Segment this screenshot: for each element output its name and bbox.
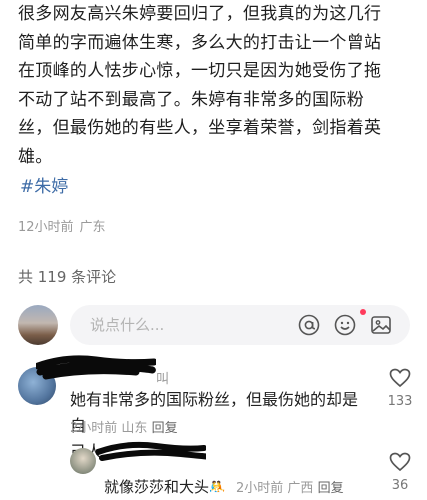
my-avatar[interactable] bbox=[18, 305, 58, 345]
reply-text: 就像莎莎和大头🤼 bbox=[104, 476, 225, 497]
commenter-name-fragment: 叫 bbox=[156, 372, 170, 387]
emoji-icon[interactable] bbox=[334, 314, 356, 336]
hashtag-link[interactable]: #朱婷 bbox=[20, 172, 68, 197]
commenter-avatar[interactable] bbox=[18, 367, 56, 405]
commenter-name[interactable]: 叫 bbox=[70, 368, 169, 387]
comment-location: 山东 bbox=[121, 421, 148, 436]
post-time: 12小时前 bbox=[18, 220, 74, 235]
comment-time: 2小时前 bbox=[70, 421, 118, 436]
like-button[interactable]: 36 bbox=[380, 452, 420, 493]
comment-meta: 2小时前 山东 回复 bbox=[70, 417, 178, 436]
like-count: 36 bbox=[391, 478, 409, 493]
reply-time: 2小时前 bbox=[236, 481, 284, 496]
post-meta: 12小时前 广东 bbox=[18, 216, 112, 235]
post-location: 广东 bbox=[79, 220, 106, 235]
heart-icon bbox=[389, 452, 411, 472]
reply-text-content: 就像莎莎和大头 bbox=[104, 478, 210, 496]
comment-input-box[interactable] bbox=[70, 305, 410, 345]
comment-count: 共 119 条评论 bbox=[18, 268, 117, 286]
like-button[interactable]: 133 bbox=[380, 368, 420, 409]
emoji-sticker-icon: 🤼 bbox=[209, 480, 226, 495]
reply-location: 广西 bbox=[287, 481, 314, 496]
composer-icons bbox=[298, 314, 392, 336]
replier-avatar[interactable] bbox=[70, 448, 96, 474]
notification-dot bbox=[360, 309, 366, 315]
image-icon[interactable] bbox=[370, 314, 392, 336]
like-count: 133 bbox=[387, 394, 413, 409]
reply-button[interactable]: 回复 bbox=[152, 421, 178, 436]
reply-meta: 2小时前 广西 回复 bbox=[236, 477, 344, 496]
comment-input[interactable] bbox=[88, 315, 292, 335]
reply-button[interactable]: 回复 bbox=[318, 481, 344, 496]
heart-icon bbox=[389, 368, 411, 388]
post-body-text: 很多网友高兴朱婷要回归了，但我真的为这几行 简单的字而遍体生寒，多么大的打击让一… bbox=[18, 4, 382, 167]
at-icon[interactable] bbox=[298, 314, 320, 336]
